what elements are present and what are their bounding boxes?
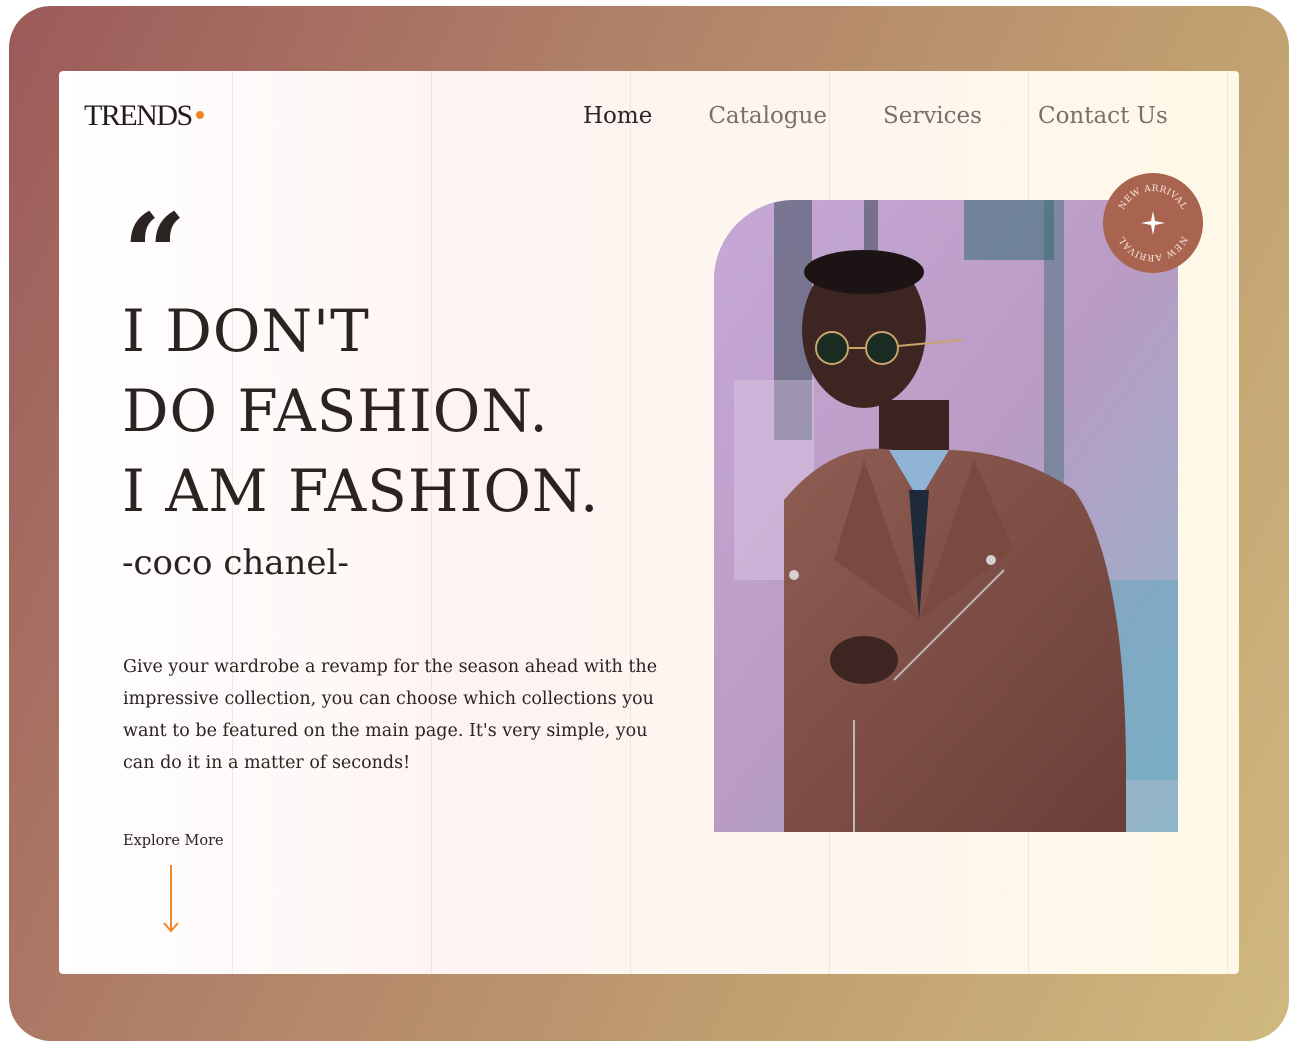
- nav-home[interactable]: Home: [583, 103, 652, 129]
- grid-line: [1227, 71, 1228, 974]
- headline-line: I DON'T: [122, 297, 370, 365]
- hero-card: TRENDS Home Catalogue Services Contact U…: [59, 71, 1239, 974]
- headline-line: I AM FASHION.: [122, 457, 600, 525]
- quote-author: -coco chanel-: [122, 543, 349, 583]
- brand-logo[interactable]: TRENDS: [84, 99, 204, 133]
- man-in-leather-jacket-photo: [714, 200, 1178, 832]
- hero-headline: I DON'T DO FASHION. I AM FASHION.: [122, 291, 599, 531]
- main-nav: Home Catalogue Services Contact Us: [583, 103, 1224, 129]
- nav-contact-us[interactable]: Contact Us: [1038, 103, 1168, 129]
- nav-services[interactable]: Services: [883, 103, 982, 129]
- logo-text: TRENDS: [84, 99, 193, 132]
- explore-more-link[interactable]: Explore More: [123, 833, 224, 849]
- arrow-down-icon[interactable]: [161, 865, 181, 935]
- logo-dot: [195, 111, 204, 119]
- nav-catalogue[interactable]: Catalogue: [708, 103, 827, 129]
- hero-description: Give your wardrobe a revamp for the seas…: [123, 657, 658, 773]
- grid-line: [630, 71, 631, 974]
- photo-illustration: [714, 200, 1178, 832]
- headline-line: DO FASHION.: [122, 377, 549, 445]
- page-frame: TRENDS Home Catalogue Services Contact U…: [9, 6, 1289, 1041]
- new-arrival-badge[interactable]: NEW ARRIVAL NEW ARRIVAL: [1103, 173, 1203, 273]
